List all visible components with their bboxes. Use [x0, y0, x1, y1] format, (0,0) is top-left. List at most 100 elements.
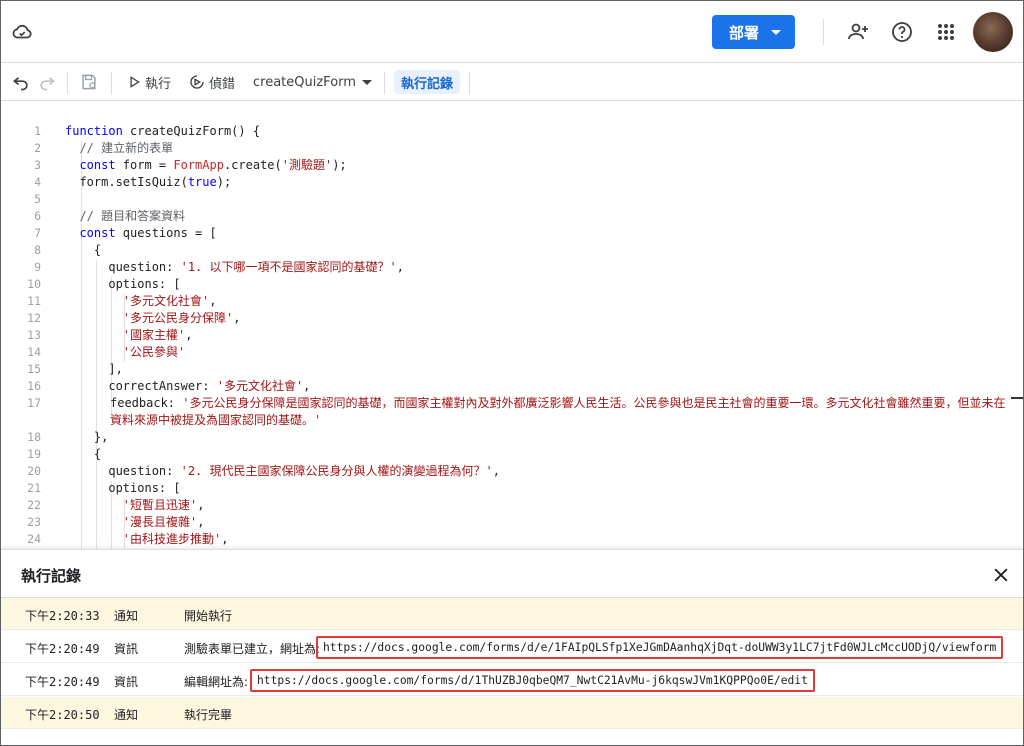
- line-number: 19: [27, 447, 41, 461]
- deploy-button[interactable]: 部署: [712, 15, 795, 49]
- log-level: 通知: [114, 708, 139, 722]
- line-number: 1: [34, 124, 41, 138]
- log-time: 下午2:20:49: [25, 675, 100, 689]
- line-number: 7: [34, 226, 41, 240]
- log-time: 下午2:20:49: [25, 642, 100, 656]
- deploy-label: 部署: [729, 23, 760, 42]
- log-time: 下午2:20:50: [25, 708, 100, 722]
- editor-toolbar: 執行 偵錯 createQuizForm 執行記錄: [1, 63, 1023, 101]
- code-line: 22 '短暫且迅速',: [1, 497, 1011, 514]
- code-line: 6 // 題目和答案資料: [1, 208, 1011, 225]
- chevron-down-icon: [361, 79, 372, 85]
- line-number: 13: [27, 328, 41, 342]
- execution-log-button[interactable]: 執行記錄: [394, 70, 461, 94]
- code-line: 18 },: [1, 429, 1011, 446]
- line-number: 20: [27, 464, 41, 478]
- undo-icon[interactable]: [11, 72, 31, 92]
- divider: [823, 19, 824, 45]
- code-line: 20 question: '2. 現代民主國家保障公民身分與人權的演變過程為何？…: [1, 463, 1011, 480]
- avatar[interactable]: [973, 12, 1013, 52]
- code-editor[interactable]: 1 function createQuizForm() { 2 // 建立新的表單 3…: [1, 101, 1023, 549]
- code-line: 9 question: '1. 以下哪一項不是國家認同的基礎？',: [1, 259, 1011, 276]
- log-message: 執行完畢: [184, 708, 233, 722]
- line-number: 12: [27, 311, 41, 325]
- code-line: 21 options: [: [1, 480, 1011, 497]
- log-level: 資訊: [114, 642, 139, 656]
- code-text: question: '2. 現代民主國家保障公民身分與人權的演變過程為何？',: [65, 464, 500, 478]
- code-text: '多元文化社會',: [122, 294, 217, 308]
- redo-icon[interactable]: [37, 72, 57, 92]
- code-text: const form = FormApp.create('測驗題');: [79, 158, 347, 172]
- code-text: {: [65, 243, 102, 257]
- code-text: '國家主權',: [122, 328, 193, 342]
- code-line: 3 const form = FormApp.create('測驗題');: [1, 157, 1011, 174]
- log-time: 下午2:20:33: [25, 609, 100, 623]
- execution-log-panel: 執行記錄 下午2:20:33 通知 開始執行 下午2:20:49 資訊 測驗表單…: [1, 549, 1023, 745]
- log-header: 執行記錄: [1, 550, 1023, 598]
- line-number: 21: [27, 481, 41, 495]
- code-text: function createQuizForm() {: [65, 124, 261, 138]
- code-text: const questions = [: [79, 226, 217, 240]
- line-number: 2: [34, 141, 41, 155]
- apps-grid-icon[interactable]: [934, 20, 958, 44]
- code-text: '公民參與': [122, 345, 186, 359]
- line-number: 3: [34, 158, 41, 172]
- code-line: 24 '由科技進步推動',: [1, 531, 1011, 548]
- log-level: 通知: [114, 609, 139, 623]
- function-select[interactable]: createQuizForm: [253, 63, 372, 101]
- help-icon[interactable]: [890, 20, 914, 44]
- save-icon[interactable]: [79, 72, 99, 92]
- line-number: 11: [27, 294, 41, 308]
- code-text: ],: [65, 362, 123, 376]
- log-row: 下午2:20:49 資訊 編輯網址為: https://docs.google.…: [1, 664, 1023, 696]
- code-line: 17 feedback: '多元公民身分保障是國家認同的基礎，而國家主權對內及對…: [1, 395, 1011, 429]
- code-line: 12 '多元公民身分保障',: [1, 310, 1011, 327]
- code-text: },: [65, 430, 109, 444]
- code-text: form.setIsQuiz(true);: [65, 175, 232, 189]
- log-row: 下午2:20:50 通知 執行完畢: [1, 697, 1023, 729]
- log-row: 下午2:20:33 通知 開始執行: [1, 598, 1023, 630]
- line-number: 23: [27, 515, 41, 529]
- code-line: 1 function createQuizForm() {: [1, 123, 1011, 140]
- code-text: '由科技進步推動',: [122, 532, 229, 546]
- form-edit-url[interactable]: https://docs.google.com/forms/d/1ThUZBJ0…: [250, 669, 815, 692]
- code-line: 5: [1, 191, 1011, 208]
- line-number: 22: [27, 498, 41, 512]
- code-line: 14 '公民參與': [1, 344, 1011, 361]
- code-text: question: '1. 以下哪一項不是國家認同的基礎？',: [65, 260, 404, 274]
- code-text: '漫長且複雜',: [122, 515, 205, 529]
- log-row: 下午2:20:49 資訊 測驗表單已建立，網址為: https://docs.g…: [1, 631, 1023, 663]
- debug-label: 偵錯: [209, 76, 236, 92]
- code-text: options: [: [65, 481, 181, 495]
- code-line: 23 '漫長且複雜',: [1, 514, 1011, 531]
- run-button[interactable]: 執行: [127, 63, 171, 101]
- play-icon: [130, 76, 140, 88]
- form-view-url[interactable]: https://docs.google.com/forms/d/e/1FAIpQ…: [316, 636, 1004, 659]
- code-text: // 建立新的表單: [79, 141, 174, 155]
- run-label: 執行: [145, 76, 172, 92]
- debug-button[interactable]: 偵錯: [189, 63, 235, 101]
- line-number: 10: [27, 277, 41, 291]
- code-line: 7 const questions = [: [1, 225, 1011, 242]
- code-line: 13 '國家主權',: [1, 327, 1011, 344]
- line-number: 14: [27, 345, 41, 359]
- divider: [469, 72, 470, 94]
- code-text: options: [: [65, 277, 181, 291]
- close-icon[interactable]: [991, 565, 1011, 585]
- line-number: 18: [27, 430, 41, 444]
- code-line: 16 correctAnswer: '多元文化社會',: [1, 378, 1011, 395]
- add-person-icon[interactable]: [846, 20, 870, 44]
- divider: [384, 72, 385, 94]
- line-number: 9: [34, 260, 41, 274]
- code-line: 8 {: [1, 242, 1011, 259]
- code-line: 15 ],: [1, 361, 1011, 378]
- line-number: 6: [34, 209, 41, 223]
- line-number: 5: [34, 192, 41, 206]
- top-bar: 部署: [1, 1, 1023, 63]
- code-line: 10 options: [: [1, 276, 1011, 293]
- cloud-icon[interactable]: [11, 21, 33, 43]
- code-text: {: [65, 447, 102, 461]
- divider: [67, 72, 68, 94]
- code-text: // 題目和答案資料: [79, 209, 186, 223]
- log-level: 資訊: [114, 675, 139, 689]
